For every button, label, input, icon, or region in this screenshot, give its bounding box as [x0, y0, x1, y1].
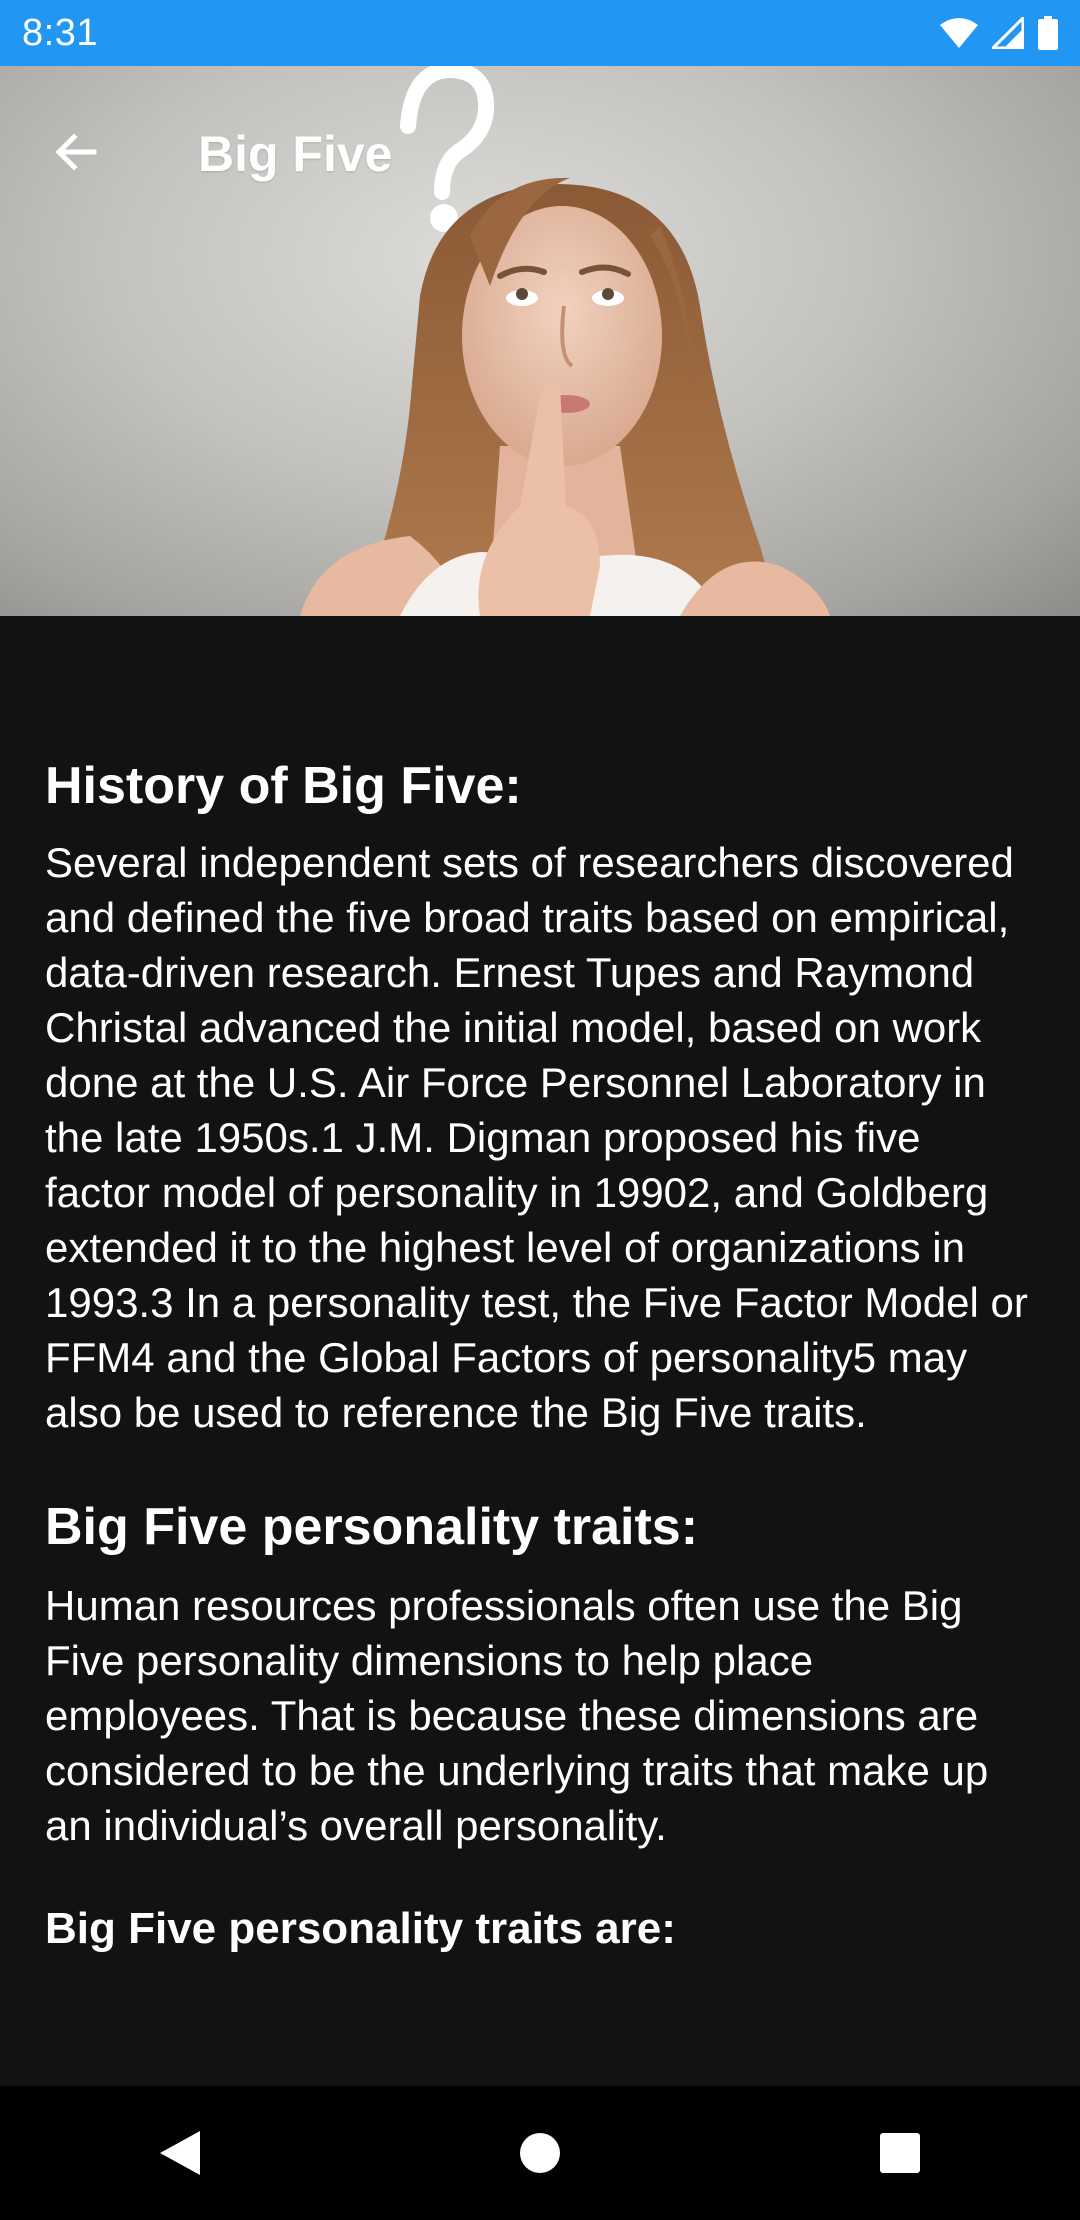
section-heading-traits: Big Five personality traits: [45, 1498, 699, 1556]
wifi-icon [940, 17, 978, 49]
nav-recents-button[interactable] [845, 2098, 955, 2208]
back-button[interactable] [40, 116, 112, 188]
battery-icon [1038, 16, 1058, 50]
nav-back-button[interactable] [125, 2098, 235, 2208]
nav-home-button[interactable] [485, 2098, 595, 2208]
sub-heading-traits-list: Big Five personality traits are: [45, 1904, 676, 1953]
recents-square-icon [880, 2133, 920, 2173]
home-circle-icon [520, 2133, 560, 2173]
thinking-woman-image [300, 66, 830, 616]
navigation-bar [0, 2086, 1080, 2220]
status-icons [940, 16, 1058, 50]
section-body-history: Several independent sets of researchers … [45, 839, 1028, 1436]
section-heading-history: History of Big Five: [45, 757, 522, 815]
section-body-traits: Human resources professionals often use … [45, 1582, 989, 1849]
back-triangle-icon [160, 2131, 200, 2175]
arrow-back-icon [55, 133, 97, 171]
page-title: Big Five [198, 126, 393, 182]
article-content[interactable]: History of Big Five: Several independent… [0, 616, 1080, 2086]
status-bar: 8:31 [0, 0, 1080, 66]
cell-signal-icon [992, 17, 1024, 49]
header-image: Big Five [0, 66, 1080, 616]
status-time: 8:31 [22, 12, 98, 54]
